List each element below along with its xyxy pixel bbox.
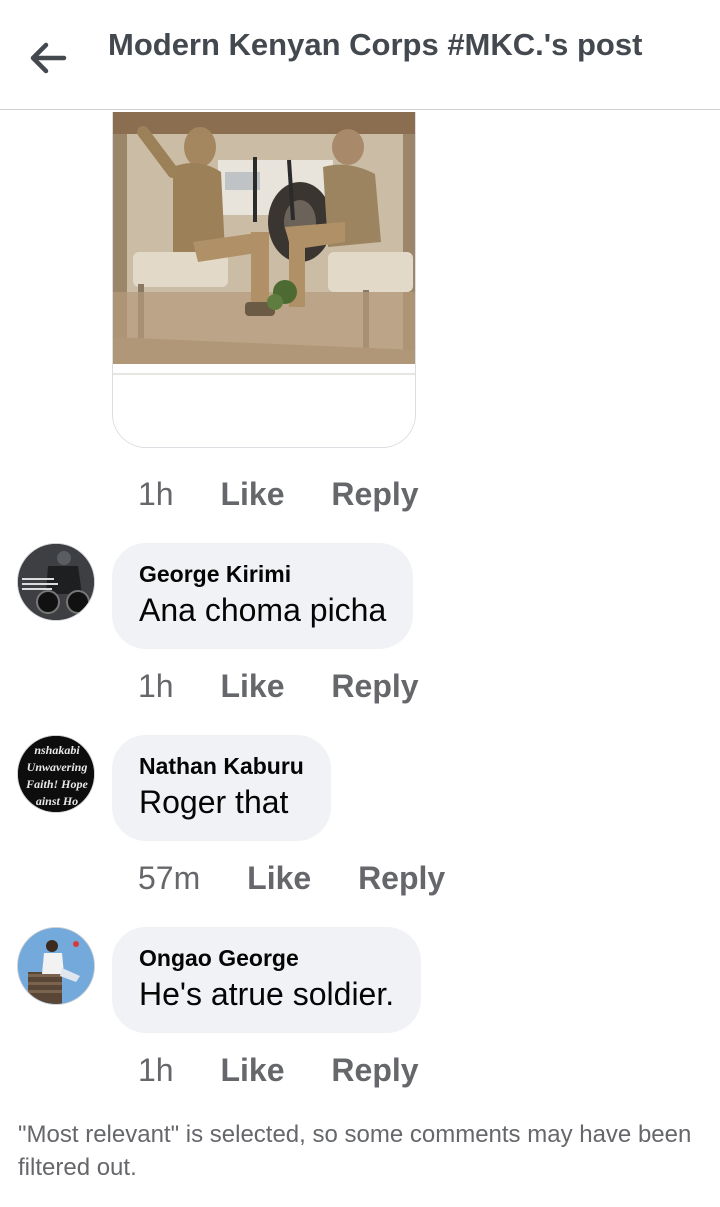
comment-author[interactable]: Ongao George [139, 943, 394, 973]
like-button[interactable]: Like [220, 668, 284, 704]
reply-button[interactable]: Reply [331, 1052, 418, 1088]
avatar-text-line: Unwavering [27, 760, 88, 774]
avatar-text-line: ainst Ho [36, 794, 78, 808]
avatar-image: nshakabi Unwavering Faith! Hope ainst Ho [18, 736, 94, 812]
comment-actions: 1h Like Reply [138, 668, 457, 705]
comment-photo[interactable] [112, 112, 416, 448]
avatar-text-line: nshakabi [34, 743, 80, 757]
post-header: Modern Kenyan Corps #MKC.'s post [0, 10, 720, 110]
comment-author[interactable]: George Kirimi [139, 559, 386, 589]
like-button[interactable]: Like [220, 1052, 284, 1088]
comment-bubble: Nathan Kaburu Roger that [112, 735, 331, 841]
soldiers-photo [113, 112, 415, 447]
comment-text: Ana choma picha [139, 592, 387, 628]
back-arrow-icon [30, 42, 67, 74]
avatar[interactable] [17, 543, 95, 621]
avatar-image [18, 544, 94, 620]
avatar[interactable]: nshakabi Unwavering Faith! Hope ainst Ho [17, 735, 95, 813]
comment-time: 1h [138, 1052, 174, 1088]
reply-button[interactable]: Reply [331, 668, 418, 704]
reply-button[interactable]: Reply [331, 476, 418, 512]
comment-bubble: Ongao George He's atrue soldier. [112, 927, 422, 1033]
comment-actions: 1h Like Reply [138, 476, 457, 513]
comment-time: 1h [138, 476, 174, 512]
avatar[interactable] [17, 927, 95, 1005]
comment-time: 1h [138, 668, 174, 704]
reply-button[interactable]: Reply [358, 860, 445, 896]
back-button[interactable] [28, 40, 68, 76]
comment-time: 57m [138, 860, 201, 896]
comment-author[interactable]: Nathan Kaburu [139, 751, 304, 781]
comment-text: Roger that [139, 784, 289, 820]
comment-bubble: George Kirimi Ana choma picha [112, 543, 414, 649]
comment-actions: 57m Like Reply [138, 860, 483, 897]
status-bar [0, 0, 720, 10]
filter-notice: "Most relevant" is selected, so some com… [18, 1121, 692, 1181]
like-button[interactable]: Like [247, 860, 311, 896]
like-button[interactable]: Like [220, 476, 284, 512]
avatar-text-line: Faith! Hope [25, 777, 88, 791]
page-title: Modern Kenyan Corps #MKC.'s post [108, 27, 643, 62]
comment-actions: 1h Like Reply [138, 1052, 457, 1089]
comment-text: He's atrue soldier. [139, 976, 395, 1012]
avatar-image [18, 928, 94, 1004]
